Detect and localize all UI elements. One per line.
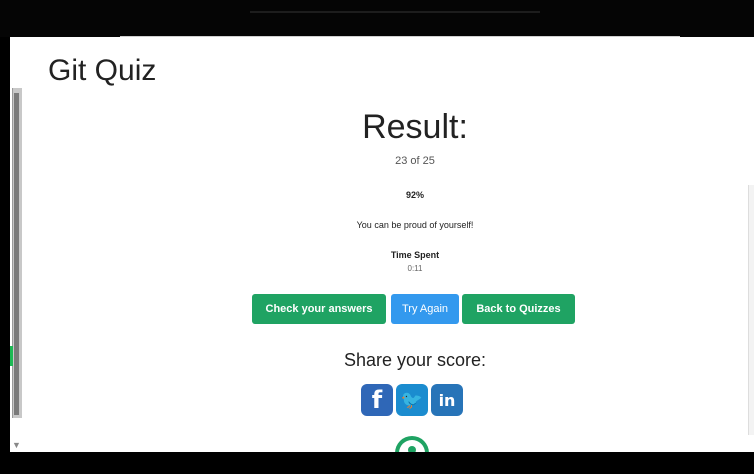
scroll-down-icon[interactable]: ▼ xyxy=(12,440,21,450)
try-again-button[interactable]: Try Again xyxy=(391,294,459,324)
top-line xyxy=(250,11,540,13)
facebook-icon[interactable]: f xyxy=(361,384,393,416)
score-text: 23 of 25 xyxy=(395,155,435,167)
scrollbar-thumb[interactable] xyxy=(14,93,19,415)
top-bar xyxy=(0,0,754,37)
percent-text: 92% xyxy=(405,190,424,200)
linkedin-icon[interactable]: in xyxy=(431,384,463,416)
page-title: Git Quiz xyxy=(48,54,157,87)
back-to-quizzes-button[interactable]: Back to Quizzes xyxy=(462,294,575,324)
progress-marker xyxy=(10,346,13,366)
share-label: Share your score: xyxy=(343,350,487,370)
time-spent-value: 0:11 xyxy=(407,264,423,273)
bottom-bar xyxy=(0,452,754,474)
check-answers-button[interactable]: Check your answers xyxy=(252,294,386,324)
result-heading: Result: xyxy=(362,108,468,146)
result-message: You can be proud of yourself! xyxy=(356,220,474,230)
share-icons: f 🐦 in xyxy=(361,384,463,416)
right-edge-panel xyxy=(748,185,754,435)
time-spent-label: Time Spent xyxy=(390,250,440,260)
twitter-icon[interactable]: 🐦 xyxy=(396,384,428,416)
